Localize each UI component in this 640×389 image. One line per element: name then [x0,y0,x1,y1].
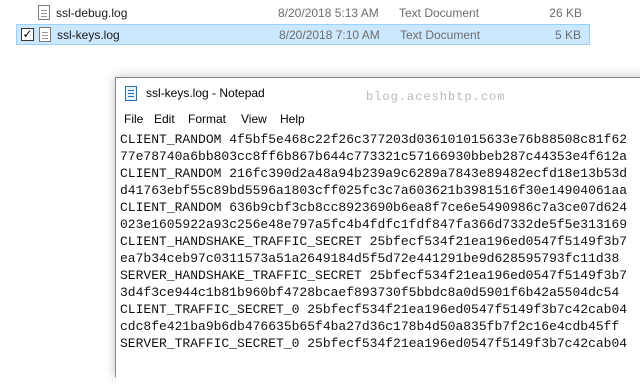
file-row-ssl-keys[interactable]: ✓ ssl-keys.log 8/20/2018 7:10 AM Text Do… [16,24,590,45]
file-type: Text Document [400,28,481,42]
window-title: ssl-keys.log - Notepad [146,86,265,100]
file-size: 5 KB [554,28,581,42]
text-file-icon [39,27,51,42]
notepad-icon [125,86,137,101]
file-date: 8/20/2018 7:10 AM [279,28,380,42]
notepad-window[interactable]: ssl-keys.log - Notepad blog.aceshbtp.com… [115,77,640,389]
text-file-icon [38,5,50,20]
file-date: 8/20/2018 5:13 AM [278,6,379,20]
menu-format[interactable]: Format [187,112,227,126]
text-line: 023e1605922a93c256e48e797a5fc4b4fdfc1fdf… [120,217,628,232]
file-name[interactable]: ssl-keys.log [57,28,120,42]
text-line: CLIENT_RANDOM 636b9cbf3cb8cc8923690b6ea8… [120,200,628,215]
watermark: blog.aceshbtp.com [366,90,506,104]
menu-edit[interactable]: Edit [153,112,176,126]
text-line: SERVER_TRAFFIC_SECRET_0 25bfecf534f21ea1… [120,336,628,351]
file-size: 26 KB [549,6,582,20]
file-type: Text Document [399,6,480,20]
text-line: CLIENT_TRAFFIC_SECRET_0 25bfecf534f21ea1… [120,302,628,317]
checkbox-checked-icon[interactable]: ✓ [21,28,34,41]
text-line: CLIENT_HANDSHAKE_TRAFFIC_SECRET 25bfecf5… [120,234,628,249]
file-row-ssl-debug[interactable]: ssl-debug.log 8/20/2018 5:13 AM Text Doc… [16,3,590,24]
menu-view[interactable]: View [240,112,268,126]
text-line: 77e78740a6bb803cc8ff6b867b644c773321c571… [120,149,628,164]
text-line: SERVER_HANDSHAKE_TRAFFIC_SECRET 25bfecf5… [120,268,628,283]
text-line: d41763ebf55c89bd5596a1803cff025fc3c7a603… [120,183,628,198]
text-line: ea7b34ceb97c0311573a51a2649184d5f5d72e44… [120,251,620,266]
menu-bar: File Edit Format View Help [116,109,640,129]
text-line: CLIENT_RANDOM 216fc390d2a48a94b239a9c628… [120,166,628,181]
text-line: CLIENT_RANDOM 4f5bf5e468c22f26c377203d03… [120,132,628,147]
text-editor-area[interactable]: CLIENT_RANDOM 4f5bf5e468c22f26c377203d03… [116,129,640,389]
menu-help[interactable]: Help [279,112,306,126]
text-line: cdc8fe421ba9b6db476635b65f4ba27d36c178b4… [120,319,620,334]
menu-file[interactable]: File [123,112,144,126]
text-line: 3d4f3ce944c1b81b960bf4728bcaef893730f5bb… [120,285,620,300]
file-name[interactable]: ssl-debug.log [56,6,127,20]
notepad-titlebar[interactable]: ssl-keys.log - Notepad blog.aceshbtp.com [116,78,640,108]
